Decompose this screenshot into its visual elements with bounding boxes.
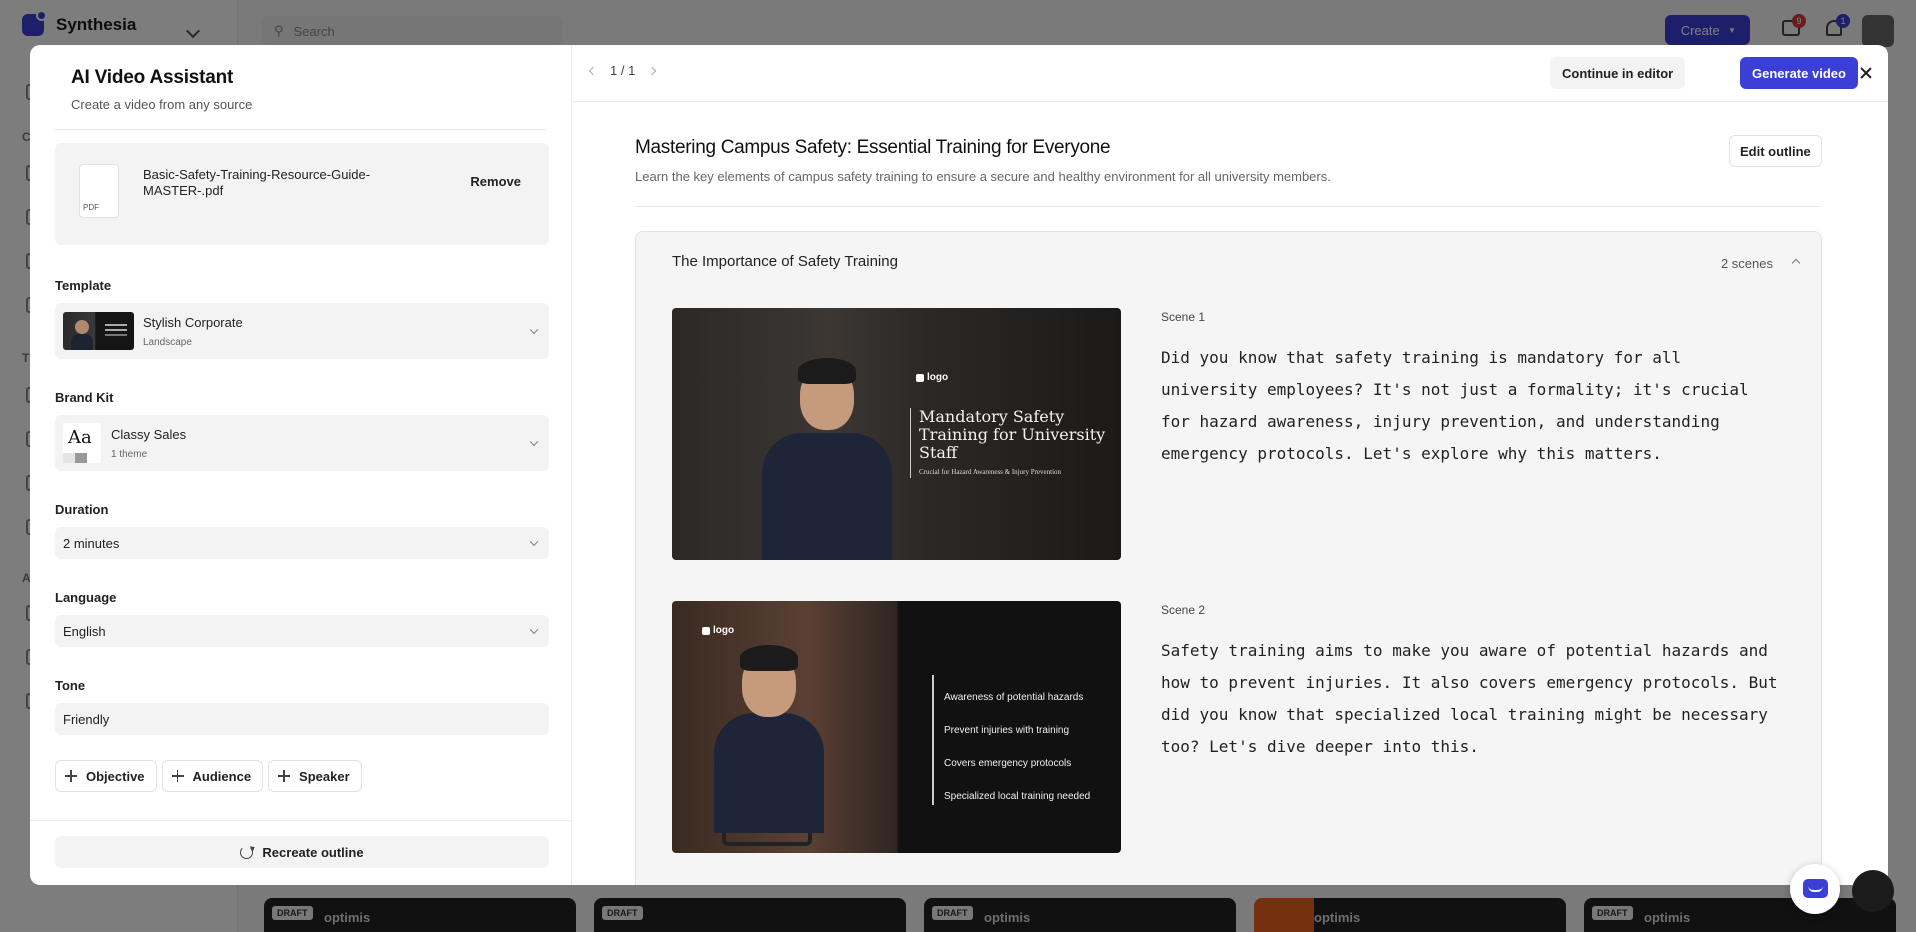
brand-kit-select[interactable]: Aa Classy Sales 1 theme: [55, 415, 549, 471]
language-select[interactable]: English: [55, 615, 549, 647]
add-speaker-button[interactable]: Speaker: [268, 760, 362, 792]
thumbnail-bullet: Prevent injuries with training: [944, 725, 1070, 736]
tone-label: Tone: [55, 678, 86, 693]
continue-in-editor-button[interactable]: Continue in editor: [1550, 57, 1686, 89]
remove-file-button[interactable]: Remove: [470, 174, 521, 189]
assistant-subtitle: Create a video from any source: [71, 97, 253, 112]
assistant-settings-panel: AI Video Assistant Create a video from a…: [30, 45, 572, 885]
template-select[interactable]: Stylish Corporate Landscape: [55, 303, 549, 359]
brand-kit-themes: 1 theme: [111, 449, 148, 460]
generate-video-button[interactable]: Generate video: [1740, 57, 1858, 89]
duration-label: Duration: [55, 502, 109, 517]
audience-label: Audience: [192, 768, 252, 784]
scene-1-thumbnail-title: Mandatory Safety Training for University…: [919, 407, 1106, 462]
scene-1-script[interactable]: Did you know that safety training is man…: [1161, 342, 1781, 470]
scene-1-thumbnail[interactable]: logo Mandatory Safety Training for Unive…: [672, 308, 1121, 560]
pdf-file-icon: PDF: [80, 165, 118, 217]
tone-input[interactable]: Friendly: [55, 703, 549, 735]
edit-outline-button[interactable]: Edit outline: [1729, 135, 1822, 167]
outline-panel: 1 / 1 Continue in editor Generate video …: [572, 45, 1888, 885]
thumbnail-logo: logo: [702, 625, 734, 636]
close-icon[interactable]: [1855, 62, 1877, 84]
chevron-down-icon: [529, 325, 539, 335]
chevron-down-icon: [529, 437, 539, 447]
plus-icon: [278, 770, 291, 782]
brand-kit-name: Classy Sales: [111, 427, 187, 442]
outline-section: The Importance of Safety Training 2 scen…: [635, 231, 1822, 885]
chevron-down-icon: [529, 537, 539, 547]
section-title[interactable]: The Importance of Safety Training: [672, 253, 898, 270]
divider: [55, 129, 546, 130]
scene-1-thumbnail-subtitle: Crucial for Hazard Awareness & Injury Pr…: [919, 468, 1062, 476]
help-icon[interactable]: [1852, 870, 1894, 912]
duration-value: 2 minutes: [63, 535, 120, 551]
source-file-name: Basic-Safety-Training-Resource-Guide-MAS…: [143, 167, 371, 198]
scene-2-thumbnail-bullets: Awareness of potential hazards Prevent i…: [944, 681, 1090, 813]
thumbnail-bullet: Awareness of potential hazards: [944, 692, 1084, 703]
outline-toolbar: 1 / 1 Continue in editor Generate video: [572, 45, 1888, 102]
add-objective-button[interactable]: Objective: [55, 760, 157, 792]
chevron-left-icon[interactable]: [588, 66, 598, 75]
template-name: Stylish Corporate: [143, 315, 243, 330]
divider: [30, 820, 571, 821]
chevron-down-icon: [529, 625, 539, 635]
refresh-icon: [240, 845, 254, 859]
plus-icon: [171, 770, 184, 782]
scene-1-label: Scene 1: [1161, 310, 1206, 324]
duration-select[interactable]: 2 minutes: [55, 527, 549, 559]
brand-kit-preview-icon: Aa: [63, 423, 101, 463]
brand-kit-preview-text: Aa: [68, 427, 92, 448]
pdf-type-label: PDF: [83, 203, 99, 212]
scene-2-label: Scene 2: [1161, 603, 1206, 617]
help-chat-button[interactable]: [1790, 864, 1840, 914]
scene-2-script[interactable]: Safety training aims to make you aware o…: [1161, 635, 1781, 763]
template-thumbnail: [63, 312, 134, 350]
option-chips: Objective Audience Speaker: [55, 760, 362, 792]
recreate-outline-label: Recreate outline: [262, 844, 364, 860]
chat-bubble-icon: [1803, 879, 1828, 898]
tone-value: Friendly: [63, 711, 110, 727]
plus-icon: [65, 770, 77, 782]
language-label: Language: [55, 590, 117, 605]
outline-title: Mastering Campus Safety: Essential Train…: [635, 137, 1111, 158]
thumbnail-bullet: Specialized local training needed: [944, 791, 1091, 802]
template-orientation: Landscape: [143, 337, 192, 348]
divider: [635, 206, 1822, 207]
chevron-right-icon[interactable]: [648, 66, 657, 75]
scene-count: 2 scenes: [1720, 256, 1773, 271]
outline-pager: 1 / 1: [588, 63, 657, 78]
add-audience-button[interactable]: Audience: [161, 760, 264, 792]
recreate-outline-button[interactable]: Recreate outline: [55, 836, 549, 868]
thumbnail-logo: logo: [916, 372, 948, 383]
source-file-card: PDF Basic-Safety-Training-Resource-Guide…: [55, 143, 549, 245]
chevron-up-icon[interactable]: [1791, 258, 1801, 268]
scene-2-thumbnail[interactable]: logo Awareness of potential hazards Prev…: [672, 601, 1121, 853]
objective-label: Objective: [86, 768, 145, 784]
brand-kit-label: Brand Kit: [55, 390, 114, 405]
pager-text: 1 / 1: [610, 63, 636, 78]
outline-description: Learn the key elements of campus safety …: [635, 169, 1331, 184]
thumbnail-bullet: Covers emergency protocols: [944, 758, 1072, 769]
template-label: Template: [55, 278, 112, 293]
speaker-label: Speaker: [299, 768, 350, 784]
assistant-title: AI Video Assistant: [71, 67, 234, 88]
language-value: English: [63, 623, 106, 639]
assistant-header: AI Video Assistant Create a video from a…: [71, 67, 252, 112]
ai-video-assistant-modal: AI Video Assistant Create a video from a…: [30, 45, 1888, 885]
